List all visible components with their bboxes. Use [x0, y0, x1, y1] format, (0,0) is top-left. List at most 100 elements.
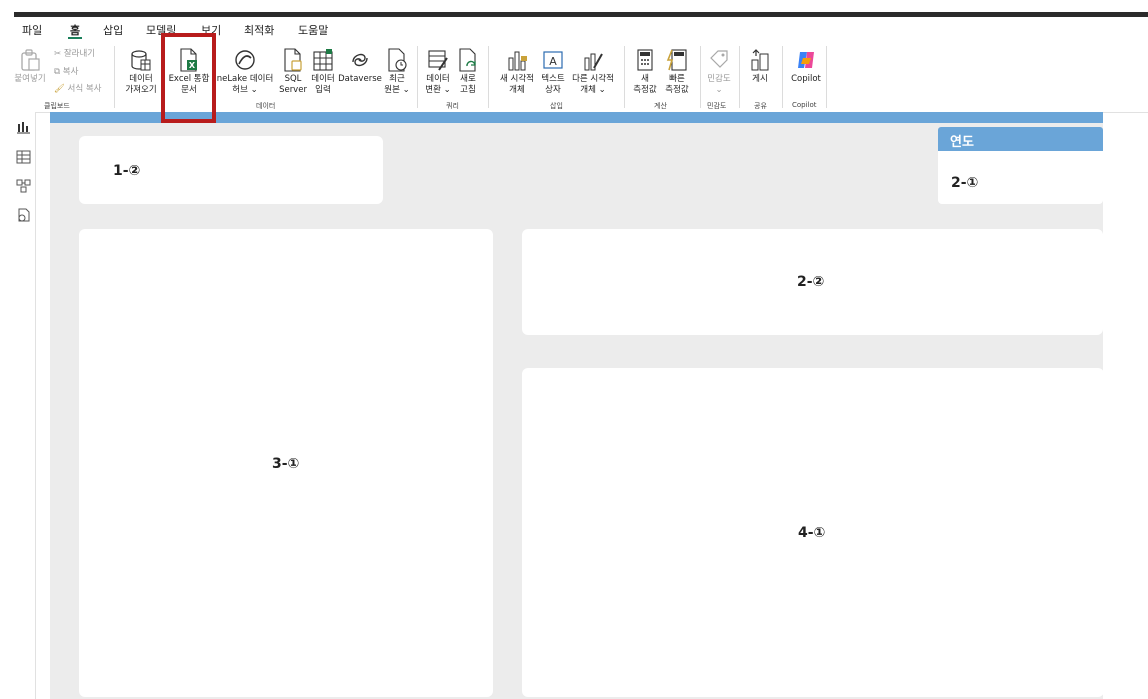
transform-data-button[interactable]: 데이터 변환 ⌄: [422, 48, 454, 96]
publish-icon: [749, 48, 771, 72]
sql-server-icon: [282, 48, 304, 72]
quick-measure-label-1: 빠른: [669, 74, 685, 84]
paste-label: 붙여넣기: [14, 74, 46, 84]
menu-file[interactable]: 파일: [22, 22, 42, 38]
copilot-icon: [795, 48, 817, 72]
sql-label-2: Server: [279, 85, 307, 95]
quick-measure-button[interactable]: 빠른 측정값: [660, 48, 694, 96]
recent-sources-icon: [386, 48, 408, 72]
menu-help[interactable]: 도움말: [298, 22, 328, 38]
new-measure-label-1: 새: [641, 74, 649, 84]
dax-query-view-icon[interactable]: [16, 208, 32, 222]
card-2-2[interactable]: 2-②: [522, 229, 1103, 335]
refresh-label-2: 고침: [460, 85, 476, 95]
card-4-1[interactable]: 4-①: [522, 368, 1104, 697]
recent-label-2: 원본 ⌄: [384, 85, 410, 95]
clipboard-group-label: 클립보드: [44, 102, 70, 110]
new-measure-button[interactable]: 새 측정값: [628, 48, 662, 96]
paste-button[interactable]: 붙여넣기: [12, 48, 48, 85]
copilot-group-label: Copilot: [792, 101, 817, 109]
more-visuals-label-1: 다른 시각적: [572, 74, 614, 84]
get-data-label-2: 가져오기: [125, 85, 157, 95]
onelake-data-hub-button[interactable]: neLake 데이터 허브 ⌄: [212, 48, 278, 96]
separator: [739, 46, 740, 108]
new-measure-label-2: 측정값: [633, 85, 657, 95]
refresh-label-1: 새로: [460, 74, 476, 84]
separator: [826, 46, 827, 108]
card-1-2-label: 1-②: [113, 163, 141, 179]
excel-button-highlight-box: [161, 33, 216, 123]
brush-icon: 🖌: [54, 84, 65, 94]
copy-button[interactable]: ⧉ 복사: [54, 65, 78, 77]
menu-optimize[interactable]: 최적화: [244, 22, 274, 38]
calculator-icon: [634, 48, 656, 72]
card-4-1-label: 4-①: [798, 525, 826, 541]
share-group-label: 공유: [754, 102, 767, 110]
recent-label-1: 최근: [389, 74, 405, 84]
menu-home[interactable]: 홈: [70, 22, 80, 38]
more-visuals-button[interactable]: 다른 시각적 개체 ⌄: [568, 48, 618, 96]
bar-chart-icon: [506, 48, 528, 72]
separator: [488, 46, 489, 108]
sensitivity-label-2: ⌄: [715, 85, 723, 95]
new-visual-button[interactable]: 새 시각적 개체: [494, 48, 540, 96]
publish-label: 게시: [752, 74, 768, 84]
text-box-label-1: 텍스트: [541, 74, 565, 84]
onelake-label-2: 허브 ⌄: [232, 85, 258, 95]
separator: [114, 46, 115, 108]
copilot-label: Copilot: [791, 74, 821, 84]
card-3-1-label: 3-①: [272, 456, 300, 472]
enter-data-label-1: 데이터: [311, 74, 335, 84]
recent-sources-button[interactable]: 최근 원본 ⌄: [382, 48, 412, 96]
view-switcher-rail: [14, 112, 36, 699]
enter-data-label-2: 입력: [315, 85, 331, 95]
year-slicer-header: 연도: [938, 127, 1103, 151]
card-3-1[interactable]: 3-①: [79, 229, 493, 697]
sql-label-1: SQL: [284, 74, 302, 84]
transform-label-2: 변환 ⌄: [425, 85, 451, 95]
copilot-button[interactable]: Copilot: [786, 48, 826, 85]
active-tab-indicator: [68, 37, 82, 39]
table-view-icon[interactable]: [16, 150, 32, 164]
scissors-icon: ✂: [54, 49, 62, 59]
refresh-icon: [457, 48, 479, 72]
table-grid-icon: [312, 48, 334, 72]
onelake-label-1: neLake 데이터: [216, 74, 274, 84]
quick-measure-icon: [666, 48, 688, 72]
refresh-button[interactable]: 새로 고침: [454, 48, 482, 96]
transform-data-icon: [427, 48, 449, 72]
card-2-1-label: 2-①: [951, 175, 979, 191]
sensitivity-button[interactable]: 민감도 ⌄: [704, 48, 734, 96]
insert-group-label: 삽입: [550, 102, 563, 110]
paste-icon: [19, 48, 41, 72]
get-data-label-1: 데이터: [129, 74, 153, 84]
text-box-icon: A: [542, 48, 564, 72]
data-group-label: 데이터: [256, 102, 276, 110]
card-2-1[interactable]: 2-①: [938, 151, 1103, 204]
separator: [782, 46, 783, 108]
calc-group-label: 계산: [654, 102, 667, 110]
menu-insert[interactable]: 삽입: [103, 22, 123, 38]
title-bar: [14, 12, 1148, 17]
card-2-2-label: 2-②: [797, 274, 825, 290]
enter-data-button[interactable]: 데이터 입력: [308, 48, 338, 96]
format-painter-button[interactable]: 🖌 서식 복사: [54, 82, 101, 94]
cut-button[interactable]: ✂ 잘라내기: [54, 47, 95, 59]
onelake-icon: [234, 48, 256, 72]
publish-button[interactable]: 게시: [746, 48, 774, 85]
text-box-label-2: 상자: [545, 85, 561, 95]
quick-measure-label-2: 측정값: [665, 85, 689, 95]
get-data-button[interactable]: 데이터 가져오기: [120, 48, 162, 96]
text-box-button[interactable]: A 텍스트 상자: [538, 48, 568, 96]
copy-label: 복사: [62, 67, 79, 77]
year-slicer-title: 연도: [950, 135, 974, 150]
dataverse-button[interactable]: Dataverse: [338, 48, 382, 85]
report-view-icon[interactable]: [16, 120, 32, 134]
new-visual-label-1: 새 시각적: [500, 74, 534, 84]
sql-server-button[interactable]: SQL Server: [278, 48, 308, 96]
card-1-2[interactable]: 1-②: [79, 136, 383, 204]
copy-icon: ⧉: [54, 67, 61, 77]
model-view-icon[interactable]: [16, 179, 32, 193]
transform-label-1: 데이터: [426, 74, 450, 84]
separator: [700, 46, 701, 108]
